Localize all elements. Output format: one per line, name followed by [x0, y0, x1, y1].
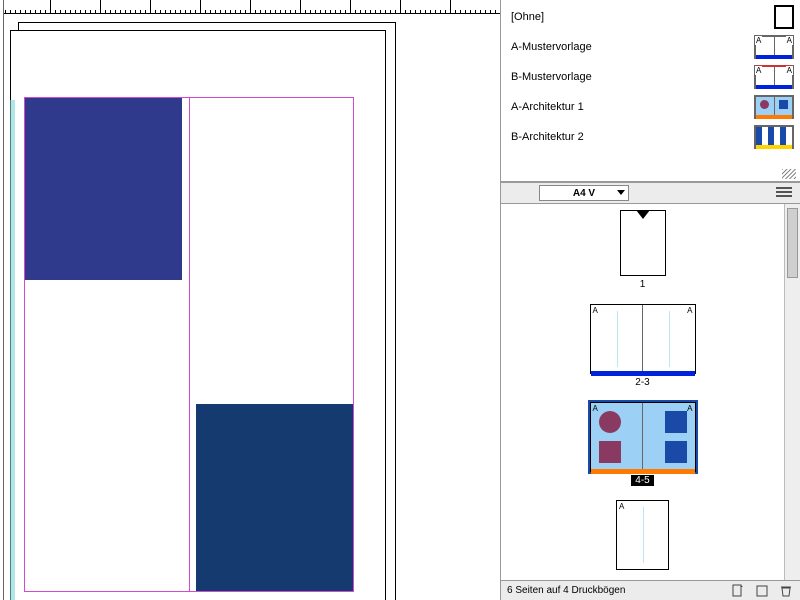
master-item-amuster[interactable]: A-Mustervorlage AA: [501, 32, 800, 62]
page-thumb-2-3[interactable]: A A: [590, 304, 696, 374]
page-frame[interactable]: [24, 97, 354, 592]
ruler-vertical[interactable]: [0, 0, 4, 600]
panels-column: [Ohne] A-Mustervorlage AA B-Mustervorlag…: [500, 0, 800, 600]
page-size-value: A4 V: [573, 188, 595, 199]
master-thumb-bmuster[interactable]: AA: [754, 65, 794, 89]
start-marker-icon: [636, 210, 650, 219]
shape-square-icon: [599, 441, 621, 463]
master-thumb-none[interactable]: [774, 5, 794, 29]
shape-square-icon: [665, 441, 687, 463]
ruler-horizontal[interactable]: [0, 0, 500, 14]
spread-2-3[interactable]: A A 2-3: [590, 304, 696, 388]
master-item-bmuster[interactable]: B-Mustervorlage AA: [501, 62, 800, 92]
master-item-none[interactable]: [Ohne]: [501, 2, 800, 32]
image-frame-top-left[interactable]: [25, 98, 182, 280]
page-label: 2-3: [635, 377, 649, 388]
page-size-dropdown[interactable]: A4 V: [539, 185, 629, 201]
spread-1[interactable]: 1: [620, 210, 666, 290]
page-thumb-4-5[interactable]: A A: [590, 402, 696, 472]
pages-panel-footer: 6 Seiten auf 4 Druckbögen: [501, 580, 800, 600]
document-canvas[interactable]: [0, 0, 500, 600]
master-thumb-amuster[interactable]: AA: [754, 35, 794, 59]
image-frame-bottom-right[interactable]: [196, 404, 353, 591]
column-divider: [189, 98, 190, 591]
master-label: B-Architektur 2: [511, 131, 584, 143]
master-label: [Ohne]: [511, 11, 544, 23]
guide-line[interactable]: [10, 100, 15, 600]
pages-status-text: 6 Seiten auf 4 Druckbögen: [507, 585, 625, 596]
panel-menu-icon[interactable]: [776, 187, 792, 199]
master-thumb-arch2[interactable]: [754, 125, 794, 149]
master-pages-panel[interactable]: [Ohne] A-Mustervorlage AA B-Mustervorlag…: [501, 0, 800, 182]
master-thumb-arch1[interactable]: [754, 95, 794, 119]
new-page-icon-alt[interactable]: [754, 583, 770, 599]
master-item-arch2[interactable]: B-Architektur 2: [501, 122, 800, 152]
page-thumb-6[interactable]: A: [616, 500, 669, 570]
pages-panel-toolbar: A4 V: [501, 182, 800, 204]
spread-6[interactable]: A: [616, 500, 669, 570]
pages-panel[interactable]: 1 A A 2-3 A A: [501, 204, 800, 600]
master-label: B-Mustervorlage: [511, 71, 592, 83]
chevron-down-icon: [617, 190, 625, 195]
page-thumb-1[interactable]: [620, 210, 666, 276]
page-label: 1: [640, 279, 646, 290]
delete-page-icon[interactable]: [778, 583, 794, 599]
scrollbar-thumb[interactable]: [787, 208, 798, 278]
panel-resize-grip[interactable]: [782, 169, 796, 179]
page-label: 4-5: [631, 475, 653, 486]
master-label: A-Architektur 1: [511, 101, 584, 113]
shape-square-icon: [665, 411, 687, 433]
master-label: A-Mustervorlage: [511, 41, 592, 53]
spread-4-5[interactable]: A A 4-5: [590, 402, 696, 486]
scrollbar-vertical[interactable]: [784, 204, 800, 580]
shape-circle-icon: [599, 411, 621, 433]
master-item-arch1[interactable]: A-Architektur 1: [501, 92, 800, 122]
new-page-icon[interactable]: [730, 583, 746, 599]
